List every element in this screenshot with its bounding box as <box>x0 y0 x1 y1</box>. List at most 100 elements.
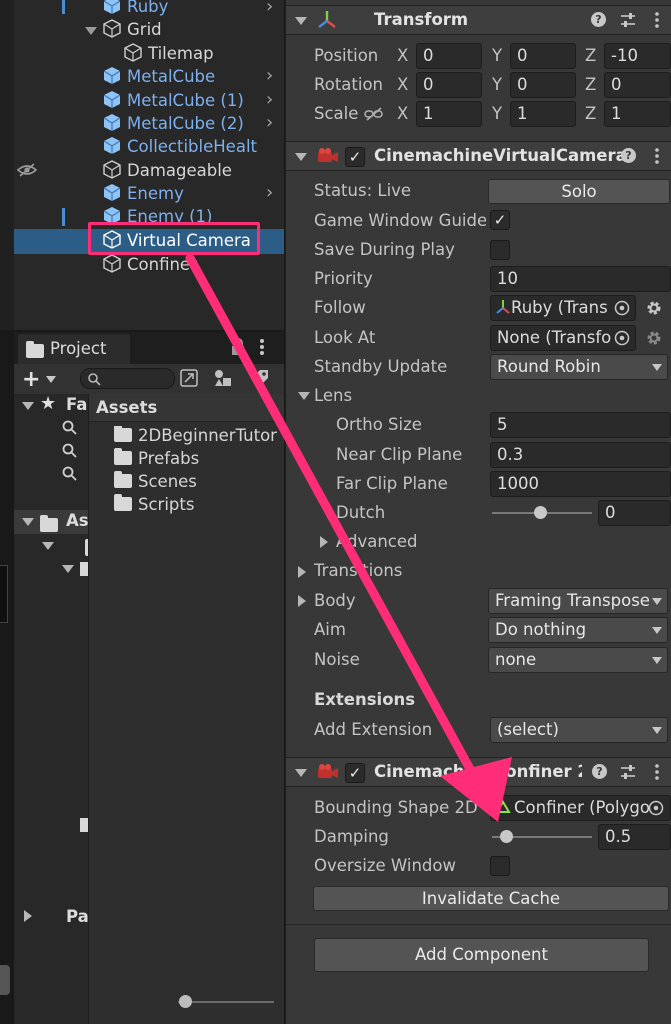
hierarchy-item-damageable[interactable]: Damageable <box>103 159 232 182</box>
asset-folder-item[interactable]: Scenes <box>114 471 197 491</box>
game-window-guides-checkbox[interactable]: ✓ <box>490 210 510 230</box>
axis-y-label[interactable]: Y <box>492 104 502 123</box>
hierarchy-item-ruby[interactable]: Ruby <box>103 0 168 18</box>
kebab-menu-icon[interactable] <box>654 148 660 164</box>
expand-arrow-icon[interactable] <box>22 402 34 410</box>
body-label[interactable]: Body <box>314 591 356 610</box>
project-search-input[interactable] <box>80 368 175 389</box>
axis-x-label[interactable]: X <box>397 46 408 65</box>
vcam-enabled-checkbox[interactable]: ✓ <box>345 147 365 167</box>
collapse-arrow-icon[interactable] <box>24 910 32 922</box>
chevron-right-icon[interactable]: › <box>266 65 273 86</box>
object-picker-icon[interactable] <box>648 800 664 816</box>
icon-size-slider-thumb[interactable] <box>179 995 192 1008</box>
far-clip-plane-field[interactable]: 1000 <box>490 471 671 497</box>
hierarchy-item-confiner[interactable]: Confiner <box>103 253 197 276</box>
help-icon[interactable]: ? <box>621 148 636 163</box>
hierarchy-item-metalcube[interactable]: MetalCube <box>103 65 215 88</box>
expand-arrow-icon[interactable] <box>42 542 54 550</box>
bounding-shape-field[interactable]: Confiner (Polygo <box>490 795 671 821</box>
damping-slider-thumb[interactable] <box>500 830 513 843</box>
foldout-arrow-icon[interactable] <box>295 17 307 25</box>
dutch-field[interactable]: 0 <box>598 500 671 526</box>
presets-sliders-icon[interactable] <box>620 12 636 28</box>
add-extension-dropdown[interactable]: (select) <box>490 717 668 743</box>
filter-by-label-icon[interactable] <box>212 367 234 389</box>
kebab-menu-icon[interactable] <box>654 764 660 780</box>
foldout-arrow-icon[interactable] <box>298 566 306 578</box>
foldout-arrow-icon[interactable] <box>298 392 310 400</box>
chevron-right-icon[interactable]: › <box>266 89 273 110</box>
foldout-arrow-icon[interactable] <box>298 595 306 607</box>
damping-field[interactable]: 0.5 <box>598 824 671 850</box>
axis-x-label[interactable]: X <box>397 75 408 94</box>
asset-folder-item[interactable]: 2DBeginnerTutor <box>114 426 284 448</box>
near-clip-plane-field[interactable]: 0.3 <box>490 442 671 468</box>
standby-update-dropdown[interactable]: Round Robin <box>490 354 668 380</box>
visibility-hidden-icon[interactable] <box>16 162 38 178</box>
axis-x-label[interactable]: X <box>397 104 408 123</box>
scale-x-field[interactable]: 1 <box>416 101 482 127</box>
presets-sliders-icon[interactable] <box>620 764 636 780</box>
search-by-type-icon[interactable] <box>179 368 199 388</box>
chevron-right-icon[interactable]: › <box>266 182 273 203</box>
axis-y-label[interactable]: Y <box>492 75 502 94</box>
body-dropdown[interactable]: Framing Transpose <box>488 588 668 614</box>
rotation-x-field[interactable]: 0 <box>416 72 482 98</box>
solo-button[interactable]: Solo <box>488 179 670 204</box>
transform-header[interactable] <box>286 5 671 35</box>
create-plus-icon[interactable]: + <box>22 367 40 392</box>
priority-field[interactable]: 10 <box>490 266 671 292</box>
hierarchy-item-metalcube-2[interactable]: MetalCube (2) <box>103 112 244 135</box>
chevron-right-icon[interactable]: › <box>266 112 273 133</box>
invalidate-cache-button[interactable]: Invalidate Cache <box>313 886 669 911</box>
hierarchy-item-tilemap[interactable]: Tilemap <box>124 42 214 65</box>
confiner-enabled-checkbox[interactable]: ✓ <box>345 763 365 783</box>
position-y-field[interactable]: 0 <box>510 43 576 69</box>
hierarchy-item-enemy-1[interactable]: Enemy (1) <box>103 205 213 223</box>
object-picker-icon[interactable] <box>614 300 630 316</box>
axis-y-label[interactable]: Y <box>492 46 502 65</box>
asset-folder-item[interactable]: Scripts <box>114 494 194 514</box>
rotation-y-field[interactable]: 0 <box>510 72 576 98</box>
hierarchy-item-grid[interactable]: Grid <box>85 18 162 41</box>
foldout-arrow-icon[interactable] <box>320 536 328 548</box>
chevron-right-icon[interactable]: › <box>266 0 273 17</box>
create-dropdown-caret-icon[interactable] <box>46 376 56 383</box>
aim-dropdown[interactable]: Do nothing <box>488 617 668 643</box>
kebab-menu-icon[interactable] <box>654 12 660 28</box>
transitions-foldout-label[interactable]: Transitions <box>314 561 402 580</box>
foldout-arrow-icon[interactable] <box>295 153 307 161</box>
position-x-field[interactable]: 0 <box>416 43 482 69</box>
hierarchy-item-collectible-health[interactable]: CollectibleHealt <box>103 135 263 158</box>
expand-arrow-icon[interactable] <box>62 565 74 573</box>
add-component-button[interactable]: Add Component <box>314 938 649 972</box>
gear-icon[interactable] <box>645 329 663 347</box>
dutch-slider-thumb[interactable] <box>534 506 547 519</box>
lens-foldout-label[interactable]: Lens <box>314 386 352 405</box>
scale-z-field[interactable]: 1 <box>604 101 671 127</box>
tag-icon[interactable] <box>250 368 270 388</box>
lock-icon[interactable] <box>231 338 245 356</box>
position-z-field[interactable]: -10 <box>604 43 671 69</box>
axis-z-label[interactable]: Z <box>585 104 596 123</box>
constrain-proportions-link-icon[interactable] <box>364 106 384 122</box>
axis-z-label[interactable]: Z <box>585 75 596 94</box>
advanced-foldout-label[interactable]: Advanced <box>336 532 418 551</box>
rotation-z-field[interactable]: 0 <box>604 72 671 98</box>
kebab-menu-icon[interactable] <box>258 338 266 356</box>
object-picker-icon[interactable] <box>614 330 630 346</box>
scale-y-field[interactable]: 1 <box>510 101 576 127</box>
expand-arrow-icon[interactable] <box>85 27 97 35</box>
gear-icon[interactable] <box>645 299 663 317</box>
asset-folder-item[interactable]: Prefabs <box>114 448 199 468</box>
foldout-arrow-icon[interactable] <box>295 769 307 777</box>
noise-dropdown[interactable]: none <box>488 647 668 673</box>
icon-size-slider-track[interactable] <box>178 1001 274 1003</box>
help-icon[interactable]: ? <box>592 764 607 779</box>
axis-z-label[interactable]: Z <box>585 46 596 65</box>
save-during-play-checkbox[interactable] <box>490 240 510 260</box>
oversize-window-checkbox[interactable] <box>490 856 510 876</box>
project-tab[interactable]: Project <box>18 334 130 364</box>
help-icon[interactable]: ? <box>591 12 606 27</box>
